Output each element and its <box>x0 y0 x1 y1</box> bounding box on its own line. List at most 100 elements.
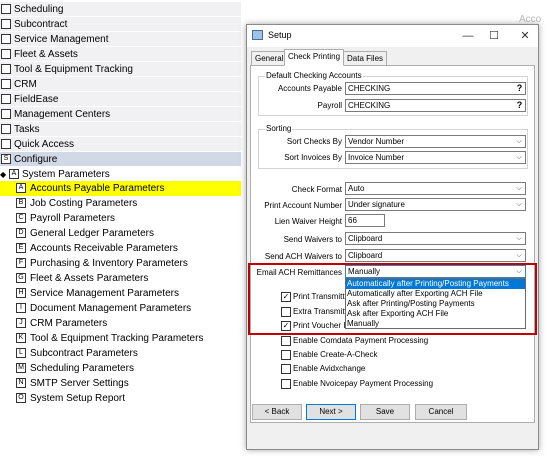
letter-icon: G <box>16 273 26 283</box>
nav-subitem[interactable]: B Job Costing Parameters <box>0 196 241 211</box>
nav-subitem-label: Document Management Parameters <box>30 303 192 314</box>
nav-item-quick-access[interactable]: Quick Access <box>0 137 241 152</box>
nav-item-tool-equipment-tracking[interactable]: Tool & Equipment Tracking <box>0 62 241 77</box>
nav-subitem[interactable]: O System Setup Report <box>0 391 241 406</box>
nav-subitem-label: General Ledger Parameters <box>30 228 154 239</box>
maximize-icon[interactable]: ☐ <box>484 27 504 45</box>
nav-item-label: Configure <box>14 154 58 165</box>
nav-subitem-label: Payroll Parameters <box>30 213 116 224</box>
nav-subitem[interactable]: M Scheduling Parameters <box>0 361 241 376</box>
lookup-icon[interactable]: ? <box>515 83 524 94</box>
print-account-number-value: Under signature <box>348 200 405 209</box>
nav-item-label: Quick Access <box>14 139 75 150</box>
accounts-payable-field[interactable]: CHECKING ? <box>345 82 526 95</box>
module-icon <box>1 139 11 149</box>
nav-subitem[interactable]: E Accounts Receivable Parameters <box>0 241 241 256</box>
highlight-annotation <box>248 263 537 335</box>
check-format-label: Check Format <box>291 185 342 194</box>
letter-icon: C <box>16 213 26 223</box>
letter-icon: J <box>16 318 26 328</box>
letter-icon: L <box>16 348 26 358</box>
nav-item-scheduling[interactable]: Scheduling <box>0 2 241 17</box>
chevron-down-icon: ⌵ <box>516 138 522 145</box>
next-button[interactable]: Next > <box>306 404 356 420</box>
nav-subitem[interactable]: I Document Management Parameters <box>0 301 241 316</box>
module-icon <box>1 34 11 44</box>
check-format-select[interactable]: Auto ⌵ <box>345 182 526 195</box>
sort-checks-select[interactable]: Vendor Number ⌵ <box>345 135 526 148</box>
send-ach-waivers-value: Clipboard <box>348 251 383 260</box>
minimize-icon[interactable]: — <box>458 27 478 45</box>
sort-invoices-value: Invoice Number <box>348 153 405 162</box>
accounts-payable-value: CHECKING <box>348 84 391 93</box>
nav-item-fleet-assets[interactable]: Fleet & Assets <box>0 47 241 62</box>
nav-subitem[interactable]: H Service Management Parameters <box>0 286 241 301</box>
nav-item-fieldease[interactable]: FieldEase <box>0 92 241 107</box>
nav-item-label: FieldEase <box>14 94 59 105</box>
nav-subitem-label: Purchasing & Inventory Parameters <box>30 258 188 269</box>
print-account-number-select[interactable]: Under signature ⌵ <box>345 198 526 211</box>
letter-icon: F <box>16 258 26 268</box>
nav-item-tasks[interactable]: Tasks <box>0 122 241 137</box>
nav-subitem[interactable]: F Purchasing & Inventory Parameters <box>0 256 241 271</box>
nav-item-configure[interactable]: S Configure <box>0 152 241 167</box>
cancel-button[interactable]: Cancel <box>415 404 467 420</box>
save-button[interactable]: Save <box>360 404 410 420</box>
enable-nvoicepay-checkbox[interactable] <box>281 379 291 389</box>
module-icon <box>1 49 11 59</box>
nav-subitem[interactable]: K Tool & Equipment Tracking Parameters <box>0 331 241 346</box>
nav-subitem[interactable]: L Subcontract Parameters <box>0 346 241 361</box>
module-icon <box>1 124 11 134</box>
nav-subitem[interactable]: N SMTP Server Settings <box>0 376 241 391</box>
sort-invoices-label: Sort Invoices By <box>284 153 342 162</box>
nav-item-label: Tasks <box>14 124 40 135</box>
group-caption: Sorting <box>265 124 293 133</box>
nav-item-subcontract[interactable]: Subcontract <box>0 17 241 32</box>
nav-item-label: Fleet & Assets <box>14 49 78 60</box>
lien-waiver-height-value: 66 <box>348 216 357 225</box>
letter-icon: E <box>16 243 26 253</box>
nav-subitem[interactable]: C Payroll Parameters <box>0 211 241 226</box>
enable-create-a-check-checkbox[interactable] <box>281 350 291 360</box>
chevron-down-icon: ⌵ <box>516 235 522 242</box>
navigation-tree: Scheduling Subcontract Service Managemen… <box>0 0 241 410</box>
check-format-value: Auto <box>348 184 365 193</box>
send-waivers-select[interactable]: Clipboard ⌵ <box>345 232 526 245</box>
nav-item-label: Scheduling <box>14 4 64 15</box>
send-waivers-label: Send Waivers to <box>283 235 342 244</box>
sort-invoices-select[interactable]: Invoice Number ⌵ <box>345 151 526 164</box>
chevron-down-icon: ⌵ <box>516 185 522 192</box>
nav-subitem[interactable]: A Accounts Payable Parameters <box>0 181 241 196</box>
checkbox-label: Enable Avidxchange <box>293 364 366 373</box>
tab-data-files[interactable]: Data Files <box>343 51 388 66</box>
module-icon <box>1 19 11 29</box>
sort-checks-label: Sort Checks By <box>286 137 342 146</box>
nav-item-management-centers[interactable]: Management Centers <box>0 107 241 122</box>
letter-icon: O <box>16 393 26 403</box>
nav-item-service-management[interactable]: Service Management <box>0 32 241 47</box>
dialog-titlebar[interactable]: Setup — ☐ ✕ <box>247 25 538 47</box>
enable-comdata-checkbox[interactable] <box>281 336 291 346</box>
nav-subitem-label: Job Costing Parameters <box>30 198 138 209</box>
nav-item-label: Tool & Equipment Tracking <box>14 64 133 75</box>
nav-item-crm[interactable]: CRM <box>0 77 241 92</box>
expand-caret-icon[interactable]: ◆ <box>0 167 6 182</box>
close-icon[interactable]: ✕ <box>515 27 535 45</box>
nav-subitem-label: Accounts Payable Parameters <box>30 183 165 194</box>
nav-subitem[interactable]: D General Ledger Parameters <box>0 226 241 241</box>
enable-avidxchange-checkbox[interactable] <box>281 364 291 374</box>
nav-subitem[interactable]: J CRM Parameters <box>0 316 241 331</box>
nav-item-system-parameters[interactable]: ◆ A System Parameters <box>0 167 241 182</box>
payroll-value: CHECKING <box>348 101 391 110</box>
lookup-icon[interactable]: ? <box>515 100 524 111</box>
tab-check-printing[interactable]: Check Printing <box>284 49 345 66</box>
tab-general[interactable]: General <box>251 51 288 66</box>
payroll-field[interactable]: CHECKING ? <box>345 99 526 112</box>
send-ach-waivers-select[interactable]: Clipboard ⌵ <box>345 249 526 262</box>
send-waivers-value: Clipboard <box>348 234 383 243</box>
back-button[interactable]: < Back <box>252 404 302 420</box>
nav-item-label: Subcontract <box>14 19 68 30</box>
letter-icon: M <box>16 363 26 373</box>
lien-waiver-height-field[interactable]: 66 <box>345 214 385 227</box>
nav-subitem[interactable]: G Fleet & Assets Parameters <box>0 271 241 286</box>
